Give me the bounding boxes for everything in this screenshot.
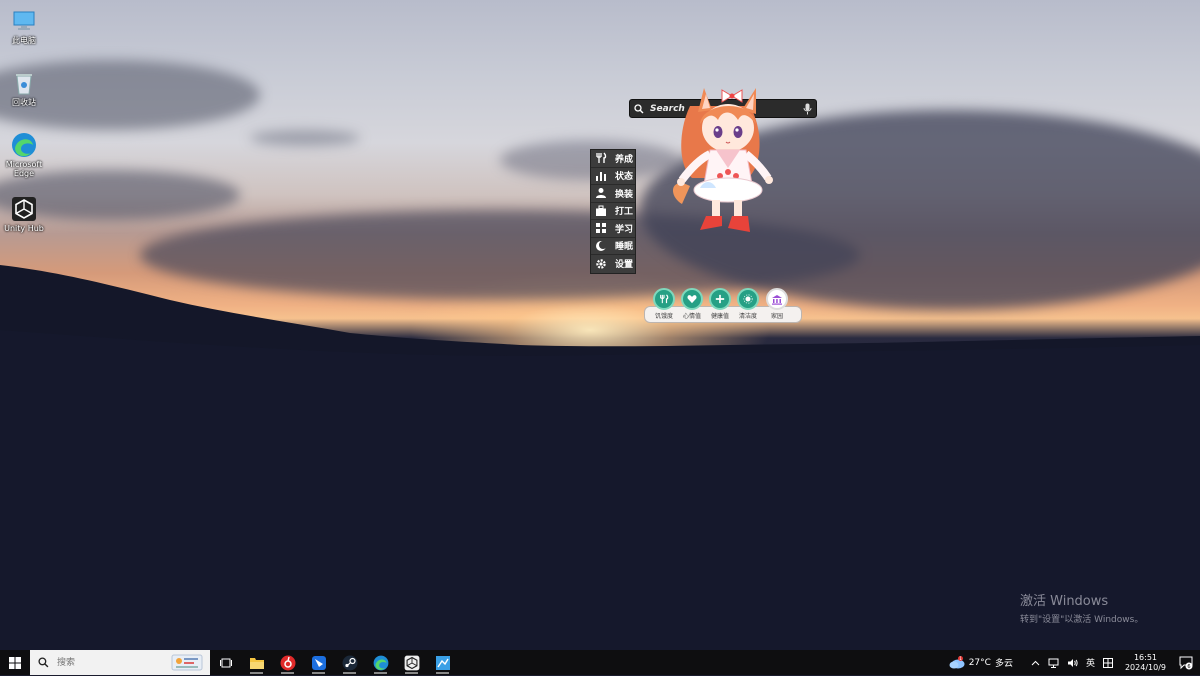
desktop-icon-label: 回收站 (12, 98, 36, 107)
menu-item-label: 状态 (615, 172, 634, 183)
stat-label: 家园 (770, 313, 783, 320)
taskbar-netease-music[interactable] (272, 650, 303, 675)
system-clock[interactable]: 16:51 2024/10/9 (1125, 653, 1166, 673)
taskbar-edge[interactable] (365, 650, 396, 675)
taskbar-search[interactable] (30, 650, 210, 675)
weather-temperature: 27°C (968, 657, 991, 668)
hills-silhouette (0, 265, 1200, 650)
menu-item-status[interactable]: 状态 (591, 168, 635, 185)
desktop-icon-label: 此电脑 (12, 36, 36, 45)
fork-knife-icon (593, 152, 609, 164)
bar-chart-icon (593, 170, 609, 182)
start-button[interactable] (0, 650, 30, 675)
search-highlight-icon[interactable] (170, 652, 204, 676)
menu-item-work[interactable]: 打工 (591, 203, 635, 220)
stat-label: 健康值 (710, 313, 729, 320)
edge-icon (11, 132, 37, 158)
taskbar-steam[interactable] (334, 650, 365, 675)
desktop-wallpaper (0, 0, 1200, 650)
unity-hub-icon (404, 655, 419, 670)
weather-badge-count: 1 (959, 656, 962, 661)
desktop-icon-this-pc[interactable]: 此电脑 (4, 8, 44, 45)
menu-item-settings[interactable]: 设置 (591, 255, 635, 273)
heart-icon (681, 288, 703, 310)
sparkle-icon (737, 288, 759, 310)
windows-logo-icon (9, 656, 21, 669)
stat-home[interactable]: 家园 (762, 288, 792, 320)
gear-icon (593, 258, 609, 270)
taskbar-app-window[interactable] (427, 650, 458, 675)
pet-side-menu: 养成 状态 换装 打工 学习 睡眠 设置 (590, 149, 636, 274)
stat-label: 清洁度 (738, 313, 757, 320)
stat-label: 心情值 (682, 313, 701, 320)
taskbar-feishu[interactable] (303, 650, 334, 675)
clock-date: 2024/10/9 (1124, 662, 1166, 672)
grid-icon (593, 222, 609, 234)
desktop-icon-unity-hub[interactable]: Unity Hub (4, 196, 44, 233)
task-view-button[interactable] (210, 650, 241, 675)
cloudy-weather-icon: 1 (949, 656, 965, 669)
desktop-icon-edge[interactable]: Microsoft Edge (4, 132, 44, 178)
fork-knife-icon (653, 288, 675, 310)
watermark-title: 激活 Windows (1020, 594, 1109, 609)
home-icon (766, 288, 788, 310)
menu-item-label: 换装 (615, 189, 634, 200)
computer-icon (11, 8, 37, 34)
menu-item-nurture[interactable]: 养成 (591, 150, 635, 168)
stat-label: 饥饿度 (654, 313, 673, 320)
stat-health[interactable]: 健康值 (705, 288, 735, 320)
desktop-icon-recycle-bin[interactable]: 回收站 (4, 70, 44, 107)
activate-windows-watermark: 激活 Windows 转到"设置"以激活 Windows。 (1020, 590, 1143, 625)
weather-description: 多云 (994, 659, 1013, 669)
input-language[interactable]: 英 (1086, 656, 1095, 669)
volume-icon[interactable] (1067, 658, 1078, 668)
weather-widget[interactable]: 1 27°C 多云 (949, 656, 1013, 669)
search-icon (38, 657, 49, 668)
unity-hub-icon (11, 196, 37, 222)
clock-time: 16:51 (1133, 652, 1158, 662)
notification-icon: 6 (1179, 656, 1193, 670)
taskbar-file-explorer[interactable] (241, 650, 272, 675)
stat-cleanliness[interactable]: 清洁度 (733, 288, 763, 320)
plus-icon (709, 288, 731, 310)
person-icon (593, 187, 609, 199)
search-icon (634, 103, 648, 114)
taskbar: 1 27°C 多云 英 16:51 2024/10/9 6 (0, 650, 1200, 675)
netease-music-icon (280, 655, 295, 670)
menu-item-label: 学习 (615, 224, 634, 235)
desktop-icon-label: Unity Hub (4, 224, 44, 233)
network-icon[interactable] (1048, 658, 1059, 668)
system-tray: 1 27°C 多云 英 16:51 2024/10/9 6 (949, 650, 1200, 675)
chevron-up-icon[interactable] (1031, 660, 1040, 666)
task-view-icon (219, 658, 232, 667)
menu-item-label: 打工 (615, 207, 634, 218)
notification-count: 6 (1187, 664, 1190, 670)
menu-item-study[interactable]: 学习 (591, 220, 635, 238)
notification-center[interactable]: 6 (1176, 656, 1196, 670)
menu-item-label: 设置 (615, 260, 634, 271)
microphone-icon[interactable] (803, 103, 812, 115)
edge-icon (373, 655, 388, 670)
file-explorer-icon (249, 657, 264, 669)
taskbar-unity-hub[interactable] (396, 650, 427, 675)
menu-item-label: 养成 (615, 154, 634, 165)
desktop-pet-character[interactable] (660, 76, 780, 251)
feishu-icon (311, 655, 326, 670)
menu-item-dress-up[interactable]: 换装 (591, 185, 635, 203)
menu-item-label: 睡眠 (615, 242, 634, 253)
recycle-bin-icon (11, 70, 37, 96)
stat-mood[interactable]: 心情值 (677, 288, 707, 320)
briefcase-icon (593, 205, 609, 217)
watermark-subtitle: 转到"设置"以激活 Windows。 (1020, 615, 1144, 625)
moon-icon (593, 240, 609, 252)
steam-icon (342, 655, 357, 670)
app-window-icon (435, 655, 450, 670)
ime-grid-icon[interactable] (1102, 657, 1113, 668)
stat-hunger[interactable]: 饥饿度 (649, 288, 679, 320)
menu-item-sleep[interactable]: 睡眠 (591, 238, 635, 255)
taskbar-search-input[interactable] (55, 656, 159, 669)
desktop-icon-label: Microsoft Edge (5, 160, 43, 178)
